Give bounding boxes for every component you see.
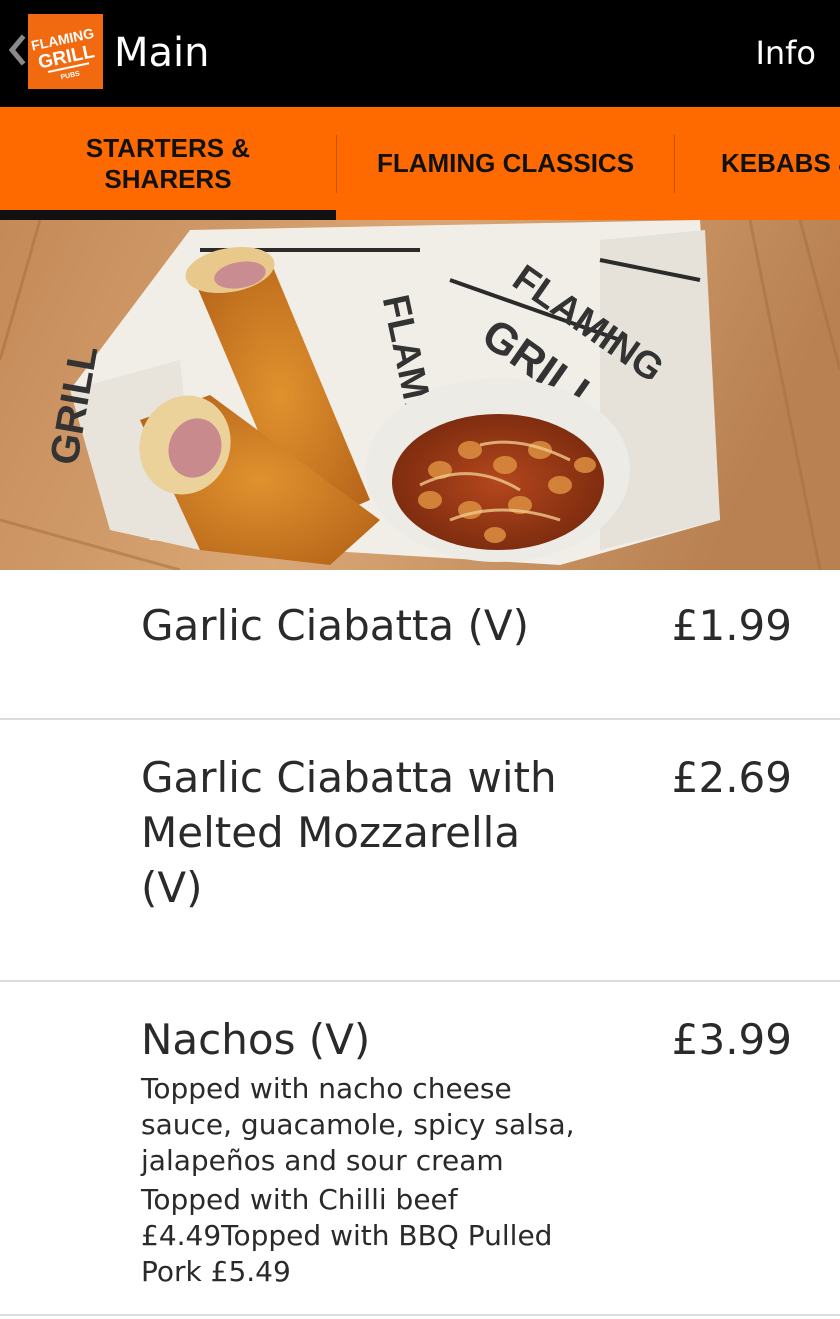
tab-flaming-classics[interactable]: FLAMING CLASSICS <box>337 107 674 220</box>
item-extras: Topped with Chilli beef £4.49Topped with… <box>141 1183 553 1288</box>
menu-item-list: Garlic Ciabatta (V) £1.99 Garlic Ciabatt… <box>0 570 840 1316</box>
tab-kebabs[interactable]: KEBABS & <box>675 107 840 220</box>
menu-item-nachos[interactable]: Nachos (V) £3.99 Topped with nacho chees… <box>0 982 840 1316</box>
item-name: Nachos (V) <box>141 1015 371 1064</box>
tab-label: KEBABS & <box>721 148 840 178</box>
chevron-left-icon[interactable] <box>6 30 28 70</box>
menu-item-garlic-ciabatta[interactable]: Garlic Ciabatta (V) £1.99 <box>0 570 840 720</box>
item-price: £2.69 <box>671 753 792 802</box>
item-name: Garlic Ciabatta (V) <box>141 601 529 650</box>
tab-label: FLAMING CLASSICS <box>376 148 635 178</box>
category-hero-image: FLAMING FLAMING GRILL GRILL <box>0 220 840 570</box>
tab-starters-sharers[interactable]: STARTERS & SHARERS <box>0 107 336 220</box>
tab-label-line: SHARERS <box>104 163 232 194</box>
item-name: Garlic Ciabatta with Melted Mozzarella (… <box>141 753 557 912</box>
item-price: £3.99 <box>671 1015 792 1064</box>
info-button[interactable]: Info <box>755 31 816 75</box>
item-price: £1.99 <box>671 601 792 650</box>
menu-item-garlic-ciabatta-mozzarella[interactable]: Garlic Ciabatta with Melted Mozzarella (… <box>0 720 840 982</box>
tab-label-line: STARTERS & <box>85 132 251 163</box>
category-tab-bar: STARTERS & SHARERS FLAMING CLASSICS KEBA… <box>0 107 840 220</box>
item-description: Topped with nacho cheese sauce, guacamol… <box>141 1072 575 1177</box>
selected-tab-indicator <box>0 210 336 220</box>
bowl-of-beans <box>366 378 630 562</box>
page-title: Main <box>114 30 210 76</box>
flaming-grill-logo[interactable]: FLAMING GRILL PUBS <box>28 14 103 89</box>
action-bar: FLAMING GRILL PUBS Main Info <box>0 0 840 107</box>
